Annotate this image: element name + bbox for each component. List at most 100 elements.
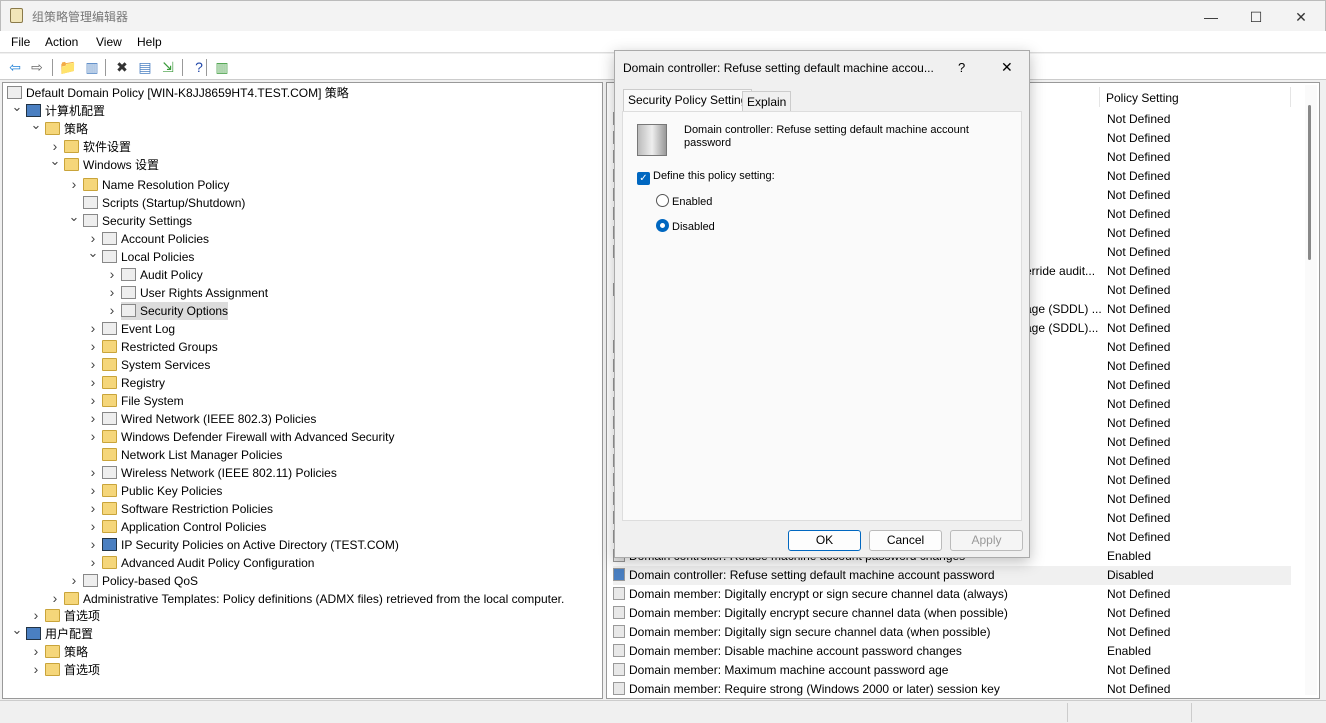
tree-item[interactable]: › Security Options	[3, 302, 601, 320]
policy-row[interactable]: Domain member: Digitally encrypt or sign…	[613, 585, 1291, 604]
menu-view[interactable]: View	[96, 35, 122, 49]
tree-item[interactable]: › Administrative Templates: Policy defini…	[3, 590, 601, 608]
chevron-right-icon[interactable]: ›	[68, 571, 80, 589]
define-policy-checkbox[interactable]: ✓ Define this policy setting:	[637, 170, 775, 185]
delete-icon[interactable]: ✖	[113, 58, 131, 76]
tree-item[interactable]: › User Rights Assignment	[3, 284, 601, 302]
enabled-radio[interactable]: Enabled	[656, 194, 712, 208]
chevron-right-icon[interactable]: ›	[87, 319, 99, 337]
chevron-right-icon[interactable]: ›	[87, 373, 99, 391]
chevron-right-icon[interactable]: ›	[87, 391, 99, 409]
tree-item[interactable]: Scripts (Startup/Shutdown)	[3, 194, 601, 212]
ok-button[interactable]: OK	[788, 530, 861, 551]
chevron-down-icon[interactable]: ⌄	[68, 208, 80, 226]
tree-item[interactable]: › Event Log	[3, 320, 601, 338]
tree-item[interactable]: › File System	[3, 392, 601, 410]
minimize-button[interactable]: —	[1188, 5, 1234, 29]
tree-item[interactable]: ⌄ Local Policies	[3, 245, 601, 266]
chevron-right-icon[interactable]: ›	[87, 517, 99, 535]
chevron-down-icon[interactable]: ⌄	[30, 116, 42, 134]
chevron-right-icon[interactable]: ›	[87, 337, 99, 355]
tree-item[interactable]: › Wireless Network (IEEE 802.11) Policies	[3, 464, 601, 482]
tree-item[interactable]: › 软件设置	[3, 138, 601, 156]
tree-item[interactable]: ⌄ 策略	[3, 117, 601, 138]
tree-item[interactable]: › Public Key Policies	[3, 482, 601, 500]
tree-item-label: Account Policies	[121, 232, 210, 246]
tab-security-policy-setting[interactable]: Security Policy Setting	[623, 89, 753, 111]
menu-action[interactable]: Action	[45, 35, 78, 49]
tree-item[interactable]: ⌄ Windows 设置	[3, 153, 601, 174]
tree-item[interactable]: › Advanced Audit Policy Configuration	[3, 554, 601, 572]
chevron-right-icon[interactable]: ›	[30, 642, 42, 660]
tree-item[interactable]: Default Domain Policy [WIN-K8JJ8659HT4.T…	[3, 84, 601, 102]
chevron-down-icon[interactable]: ⌄	[11, 621, 23, 639]
chevron-right-icon[interactable]: ›	[106, 265, 118, 283]
tree-item[interactable]: › 首选项	[3, 661, 601, 679]
properties-icon[interactable]: ▤	[136, 58, 154, 76]
apply-button[interactable]: Apply	[950, 530, 1023, 551]
folder-icon	[45, 122, 60, 135]
chevron-down-icon[interactable]: ⌄	[87, 244, 99, 262]
close-button[interactable]: ✕	[1278, 5, 1324, 29]
policy-setting-value: Not Defined	[1107, 207, 1171, 221]
vertical-scrollbar[interactable]	[1305, 85, 1317, 695]
show-hide-tree-icon[interactable]: ▥	[83, 58, 101, 76]
maximize-button[interactable]: ☐	[1233, 5, 1279, 29]
forward-arrow-icon[interactable]: ⇨	[28, 58, 46, 76]
tree-item[interactable]: › 策略	[3, 643, 601, 661]
dialog-close-button[interactable]: ✕	[1001, 59, 1013, 76]
scrollbar-thumb[interactable]	[1308, 105, 1311, 260]
policy-row[interactable]: Domain member: Digitally encrypt secure …	[613, 604, 1291, 623]
tree-item[interactable]: ⌄ 计算机配置	[3, 99, 601, 120]
chevron-right-icon[interactable]: ›	[68, 175, 80, 193]
disabled-radio[interactable]: Disabled	[656, 219, 715, 233]
tree-item[interactable]: › Software Restriction Policies	[3, 500, 601, 518]
up-folder-icon[interactable]: 📁	[59, 58, 77, 76]
back-arrow-icon[interactable]: ⇦	[6, 58, 24, 76]
tree-item[interactable]: › Policy-based QoS	[3, 572, 601, 590]
show-action-pane-icon[interactable]: ▥	[213, 58, 231, 76]
chevron-right-icon[interactable]: ›	[106, 283, 118, 301]
chevron-right-icon[interactable]: ›	[87, 355, 99, 373]
chevron-right-icon[interactable]: ›	[87, 409, 99, 427]
chevron-right-icon[interactable]: ›	[30, 606, 42, 624]
tree-item[interactable]: › 首选项	[3, 607, 601, 625]
menu-help[interactable]: Help	[137, 35, 162, 49]
chevron-right-icon[interactable]: ›	[87, 535, 99, 553]
chevron-right-icon[interactable]: ›	[87, 481, 99, 499]
policy-row[interactable]: Domain member: Disable machine account p…	[613, 642, 1291, 661]
tree-item[interactable]: › Application Control Policies	[3, 518, 601, 536]
tree-item[interactable]: › Wired Network (IEEE 802.3) Policies	[3, 410, 601, 428]
tree-item[interactable]: › IP Security Policies on Active Director…	[3, 536, 601, 554]
chevron-down-icon[interactable]: ⌄	[49, 152, 61, 170]
export-list-icon[interactable]: ⇲	[159, 58, 177, 76]
policy-row[interactable]: Domain member: Maximum machine account p…	[613, 661, 1291, 680]
chevron-right-icon[interactable]: ›	[87, 499, 99, 517]
policy-row[interactable]: Domain member: Digitally sign secure cha…	[613, 623, 1291, 642]
tree-item[interactable]: ⌄ 用户配置	[3, 622, 601, 643]
tree-item[interactable]: › Windows Defender Firewall with Advanced…	[3, 428, 601, 446]
chevron-right-icon[interactable]: ›	[30, 660, 42, 678]
tree-item[interactable]: › Registry	[3, 374, 601, 392]
help-button[interactable]: ?	[958, 60, 965, 75]
chevron-right-icon[interactable]: ›	[87, 463, 99, 481]
cancel-button[interactable]: Cancel	[869, 530, 942, 551]
tree-item[interactable]: › Name Resolution Policy	[3, 176, 601, 194]
tree-item[interactable]: › Restricted Groups	[3, 338, 601, 356]
policy-icon	[613, 663, 625, 676]
column-policy-setting[interactable]: Policy Setting	[1106, 91, 1179, 105]
chevron-right-icon[interactable]: ›	[49, 589, 61, 607]
tree-item[interactable]: › Audit Policy	[3, 266, 601, 284]
menu-file[interactable]: File	[11, 35, 30, 49]
policy-row[interactable]: Domain controller: Refuse setting defaul…	[613, 566, 1291, 585]
chevron-down-icon[interactable]: ⌄	[11, 98, 23, 116]
chevron-right-icon[interactable]: ›	[87, 427, 99, 445]
tab-explain[interactable]: Explain	[742, 91, 792, 111]
tree-item[interactable]: Network List Manager Policies	[3, 446, 601, 464]
chevron-right-icon[interactable]: ›	[106, 301, 118, 319]
tree-item[interactable]: ⌄ Security Settings	[3, 209, 601, 230]
chevron-right-icon[interactable]: ›	[87, 553, 99, 571]
policy-icon	[83, 196, 98, 209]
policy-row[interactable]: Domain member: Require strong (Windows 2…	[613, 680, 1291, 698]
tree-item[interactable]: › System Services	[3, 356, 601, 374]
